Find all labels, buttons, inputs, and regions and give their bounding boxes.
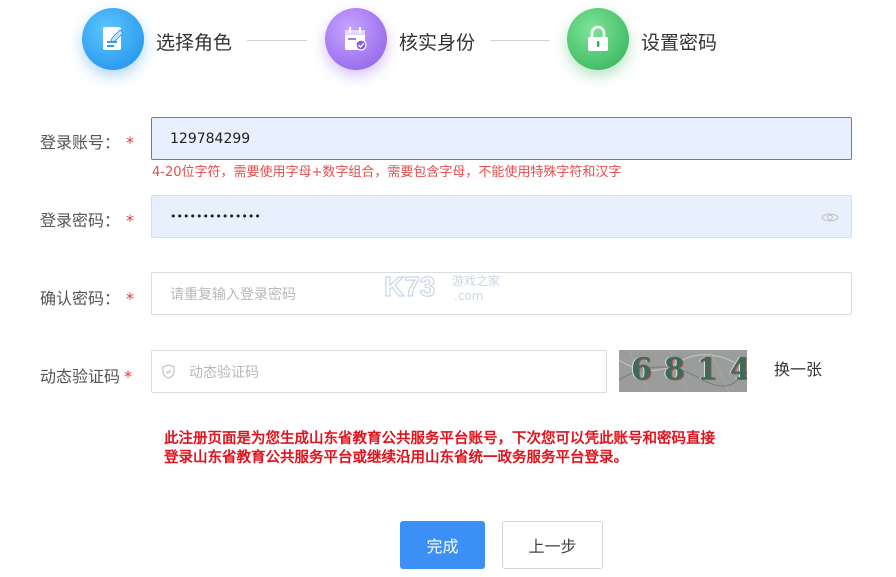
calendar-check-icon xyxy=(345,27,367,51)
step-3-label: 设置密码 xyxy=(641,32,718,54)
account-input-value: 129784299 xyxy=(170,130,251,147)
registration-notice: 此注册页面是为您生成山东省教育公共服务平台账号，下次您可以凭此账号和密码直接登录… xyxy=(164,431,715,466)
confirm-password-label: 确认密码： * xyxy=(40,289,135,308)
step-2-circle xyxy=(325,8,387,70)
edit-document-icon xyxy=(103,27,124,50)
confirm-password-placeholder: 请重复输入登录密码 xyxy=(170,286,296,303)
account-hint: 4-20位字符，需要使用字母+数字组合，需要包含字母，不能使用特殊字符和汉字 xyxy=(152,165,622,180)
required-mark: * xyxy=(126,289,135,308)
step-3-circle xyxy=(567,8,629,70)
step-connector-2 xyxy=(490,40,550,41)
step-1-circle xyxy=(82,8,144,70)
previous-step-button[interactable]: 上一步 xyxy=(502,521,603,569)
captcha-label: 动态验证码 * xyxy=(40,367,133,386)
eye-icon[interactable] xyxy=(821,211,839,224)
step-connector-1 xyxy=(247,40,307,41)
captcha-image[interactable]: 6814 xyxy=(619,350,747,392)
step-1-label: 选择角色 xyxy=(156,32,233,54)
required-mark: * xyxy=(126,211,135,230)
captcha-text: 6814 xyxy=(631,352,747,387)
svg-text:游戏之家: 游戏之家 xyxy=(452,273,500,288)
password-input[interactable]: •••••••••••••• xyxy=(151,195,852,238)
password-input-value: •••••••••••••• xyxy=(170,210,261,223)
password-label: 登录密码： * xyxy=(40,211,135,230)
svg-text:K73: K73 xyxy=(384,271,435,302)
k73-watermark-logo: K73 游戏之家 .com xyxy=(384,270,500,303)
account-input[interactable]: 129784299 xyxy=(151,117,852,160)
step-2-label: 核实身份 xyxy=(399,32,476,54)
required-mark: * xyxy=(126,133,135,152)
captcha-input[interactable]: 动态验证码 xyxy=(151,350,607,393)
shield-icon xyxy=(162,364,175,379)
captcha-placeholder: 动态验证码 xyxy=(189,364,259,381)
account-label: 登录账号： * xyxy=(40,133,135,152)
required-mark: * xyxy=(124,367,133,386)
svg-text:.com: .com xyxy=(454,289,483,303)
registration-steps: 选择角色 核实身份 设置密码 xyxy=(0,0,896,90)
refresh-captcha-link[interactable]: 换一张 xyxy=(774,356,822,380)
finish-button[interactable]: 完成 xyxy=(400,521,485,569)
lock-icon xyxy=(588,25,608,51)
